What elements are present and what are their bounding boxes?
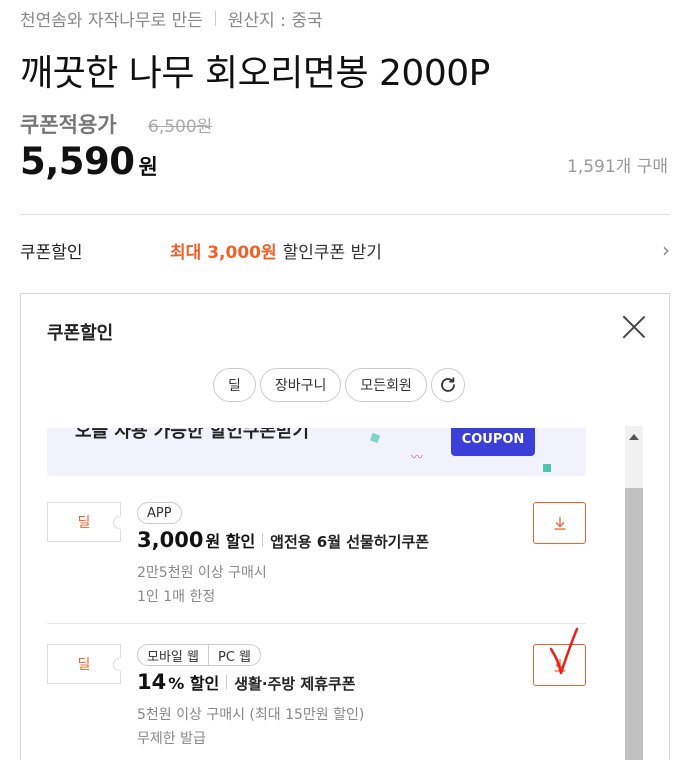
panel-scrollbar[interactable] [625, 426, 643, 760]
coupon-ticket: 딜 [47, 644, 121, 684]
discount-amount: 3,000 [137, 528, 204, 552]
coupon-tags: 모바일 웹 PC 웹 [137, 644, 261, 666]
scroll-up-arrow-icon[interactable] [629, 434, 639, 440]
banner-coupon-tag: COUPON [451, 428, 535, 456]
banner-decoration [543, 464, 551, 472]
coupon-discount: 3,000 원 할인 앱전용 6월 선물하기쿠폰 [137, 528, 429, 552]
coupon-discount-row[interactable]: 쿠폰할인 최대 3,000원 할인쿠폰 받기 › [20, 232, 670, 268]
scroll-thumb[interactable] [625, 488, 643, 760]
discount-suffix: % 할인 [168, 674, 220, 693]
material-text: 천연솜와 자작나무로 만든 [20, 10, 203, 31]
origin-text: 원산지 : 중국 [227, 10, 323, 31]
panel-title: 쿠폰할인 [47, 323, 114, 344]
sold-count: 1,591개 구매 [567, 157, 668, 177]
coupon-limit: 1인 1매 한정 [137, 589, 216, 605]
sale-price-unit: 원 [138, 155, 158, 179]
coupon-row-label: 쿠폰할인 [20, 242, 83, 263]
sale-price-number: 5,590 [20, 140, 135, 183]
discount-divider [226, 675, 228, 689]
coupon-divider [47, 623, 586, 624]
filter-chips: 딜 장바구니 모든회원 [213, 368, 465, 402]
chevron-right-icon: › [662, 238, 670, 262]
download-icon [554, 517, 565, 530]
coupon-tag: APP [137, 502, 182, 524]
chip-deal[interactable]: 딜 [213, 368, 256, 402]
coupon-condition: 5천원 이상 구매시 (최대 15만원 할인) [137, 707, 365, 723]
coupon-get-text: 할인쿠폰 받기 [282, 242, 382, 263]
coupon-max-amount: 최대 3,000원 [170, 242, 277, 263]
chip-cart[interactable]: 장바구니 [259, 368, 342, 402]
discount-divider [262, 533, 264, 547]
coupon-price-label: 쿠폰적용가 [20, 113, 117, 137]
discount-suffix: 원 할인 [205, 532, 256, 551]
chip-all-members[interactable]: 모든회원 [345, 368, 427, 402]
refresh-icon[interactable] [430, 368, 465, 402]
coupon-discount: 14 % 할인 생활·주방 제휴쿠폰 [137, 670, 356, 694]
discount-amount: 14 [137, 670, 167, 694]
product-meta: 천연솜와 자작나무로 만든 원산지 : 중국 [20, 6, 323, 31]
meta-divider [214, 10, 216, 26]
sale-price: 5,590 원 [20, 140, 158, 183]
coupon-banner[interactable]: 오늘 사용 가능한 할인쿠폰받기 〰 COUPON [47, 428, 586, 476]
original-price: 6,500원 [148, 117, 213, 137]
coupon-tag: 모바일 웹 [137, 644, 208, 666]
coupon-name: 생활·주방 제휴쿠폰 [234, 675, 356, 693]
coupon-panel: 쿠폰할인 딜 장바구니 모든회원 오늘 사용 가능한 할인쿠폰받기 〰 COUP… [20, 293, 670, 760]
coupon-tag: PC 웹 [208, 644, 261, 666]
download-coupon-button[interactable] [533, 502, 586, 544]
banner-text: 오늘 사용 가능한 할인쿠폰받기 [75, 428, 310, 442]
handwritten-check-annotation [549, 627, 579, 675]
product-title: 깨끗한 나무 회오리면봉 2000P [20, 53, 490, 94]
close-icon[interactable] [621, 314, 647, 340]
coupon-ticket: 딜 [47, 502, 121, 542]
section-divider [20, 214, 670, 215]
refresh-icon-glyph [441, 377, 455, 392]
coupon-tags: APP [137, 502, 182, 524]
coupon-name: 앱전용 6월 선물하기쿠폰 [270, 533, 430, 551]
banner-decoration [369, 432, 381, 444]
coupon-condition: 2만5천원 이상 구매시 [137, 565, 267, 581]
coupon-limit: 무제한 발급 [137, 731, 206, 747]
banner-decoration-zigzag: 〰 [411, 450, 424, 464]
